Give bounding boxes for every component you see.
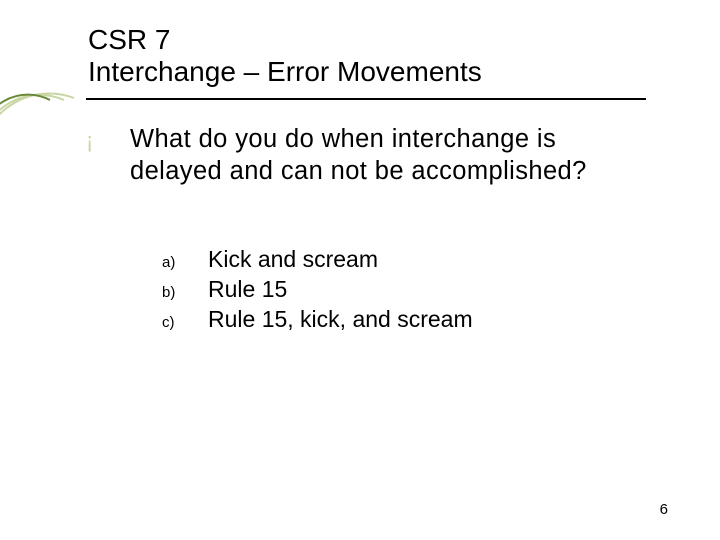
answer-text: Rule 15, kick, and scream xyxy=(208,306,473,333)
page-number: 6 xyxy=(660,501,668,518)
title-line-2: Interchange – Error Movements xyxy=(88,56,648,88)
title-underline xyxy=(86,98,646,100)
title-line-1: CSR 7 xyxy=(88,24,648,56)
answer-label: b) xyxy=(162,278,208,301)
bullet-icon: ¡ xyxy=(86,128,93,154)
answer-text: Rule 15 xyxy=(208,276,287,303)
answer-item: b) Rule 15 xyxy=(162,276,473,303)
answer-item: c) Rule 15, kick, and scream xyxy=(162,306,473,333)
slide-title: CSR 7 Interchange – Error Movements xyxy=(88,24,648,88)
answer-label: a) xyxy=(162,248,208,271)
question-text: What do you do when interchange is delay… xyxy=(130,124,650,188)
answer-text: Kick and scream xyxy=(208,246,378,273)
answer-item: a) Kick and scream xyxy=(162,246,473,273)
decorative-arcs xyxy=(0,88,80,154)
answer-list: a) Kick and scream b) Rule 15 c) Rule 15… xyxy=(162,246,473,336)
answer-label: c) xyxy=(162,308,208,331)
